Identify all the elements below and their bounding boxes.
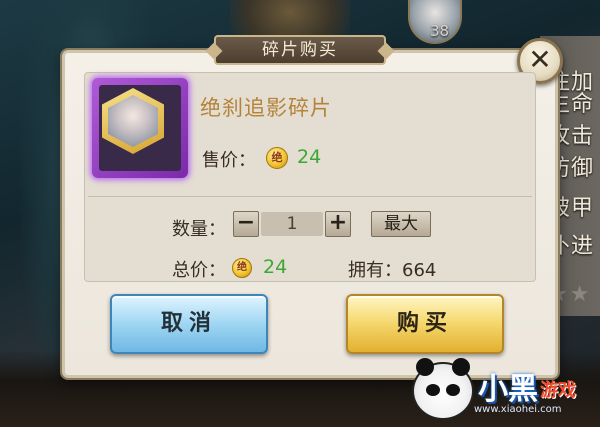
quantity-increase-button[interactable]: + bbox=[325, 211, 351, 237]
panda-ear-icon bbox=[452, 358, 470, 376]
buy-button[interactable]: 购买 bbox=[346, 294, 504, 354]
watermark-url: www.xiaohei.com bbox=[474, 404, 562, 415]
panda-logo-icon bbox=[412, 358, 474, 420]
watermark-logo-text: 小黑 bbox=[478, 372, 538, 407]
max-quantity-button[interactable]: 最大 bbox=[371, 211, 431, 237]
total-value: 24 bbox=[263, 256, 288, 278]
owned-count: 拥有：664 bbox=[348, 260, 437, 281]
item-name: 绝刹追影碎片 bbox=[200, 96, 332, 120]
divider bbox=[88, 196, 532, 197]
cancel-button[interactable]: 取消 bbox=[110, 294, 268, 354]
watermark-logo-subtext: 游戏 bbox=[540, 380, 576, 401]
quantity-label: 数量： bbox=[172, 219, 226, 240]
panda-eye-icon bbox=[446, 384, 460, 396]
total-label: 总价： bbox=[172, 260, 226, 281]
coin-icon: 绝 bbox=[266, 147, 288, 169]
price-label: 售价： bbox=[202, 150, 256, 171]
coin-icon: 绝 bbox=[232, 258, 252, 278]
price-value: 24 bbox=[297, 146, 322, 168]
quantity-decrease-button[interactable]: − bbox=[233, 211, 259, 237]
panda-eye-icon bbox=[426, 384, 440, 396]
panda-ear-icon bbox=[416, 358, 434, 376]
dialog-title: 碎片购买 bbox=[214, 35, 386, 65]
quantity-input[interactable]: 1 bbox=[261, 212, 323, 236]
background-level: 38 bbox=[430, 22, 450, 40]
item-icon bbox=[92, 78, 188, 178]
